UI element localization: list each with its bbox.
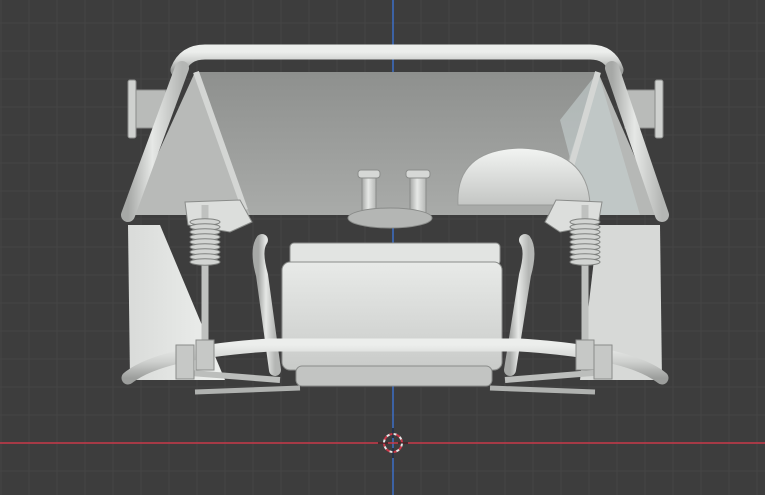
- buggy-chassis-model[interactable]: [118, 44, 672, 395]
- right-mount-plate: [654, 79, 664, 139]
- roll-cage-top-bar: [170, 44, 624, 78]
- viewport-canvas[interactable]: [0, 0, 765, 495]
- 3d-viewport[interactable]: [0, 0, 765, 495]
- spring-coil: [569, 258, 601, 266]
- left-mount-plate: [127, 79, 137, 139]
- fuel-tank: [281, 242, 503, 387]
- spring-coil: [189, 258, 221, 266]
